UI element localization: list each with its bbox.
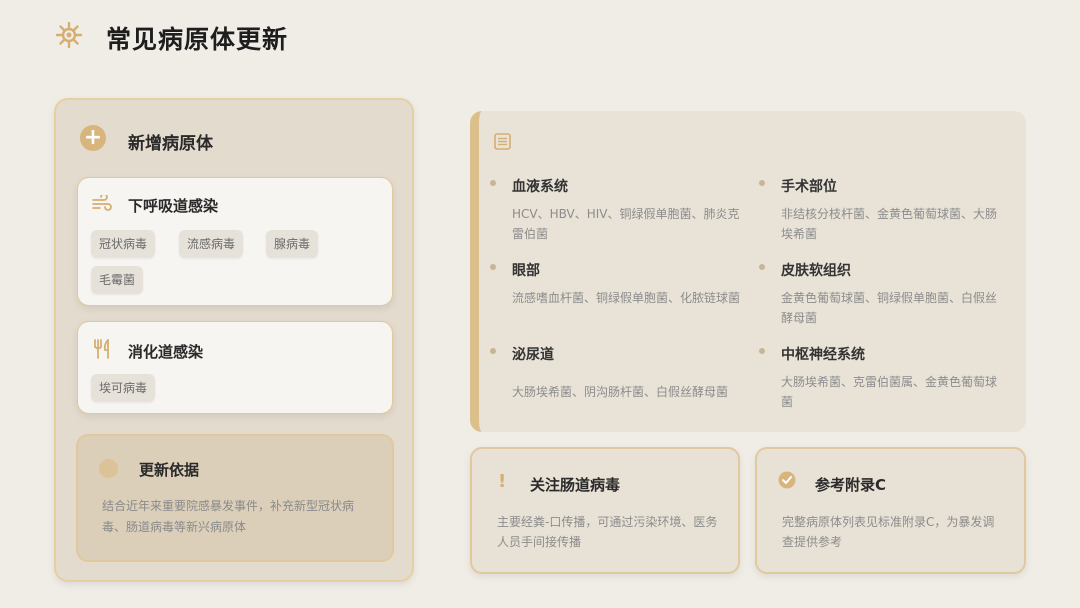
update-basis-text: 结合近年来重要院感暴发事件，补充新型冠状病毒、肠道病毒等新兴病原体 (102, 499, 355, 534)
sun-icon (99, 459, 118, 478)
system-pathogens: 非结核分枝杆菌、金黄色葡萄球菌、大肠埃希菌 (781, 207, 998, 241)
system-name: 眼部 (512, 263, 540, 279)
new-pathogens-title: 新增病原体 (128, 134, 213, 154)
pathogen-chip: 流感病毒 (179, 230, 244, 258)
enterovirus-text: 主要经粪-口传播，可通过污染环境、医务人员手间接传播 (497, 515, 718, 549)
bullet-dot (759, 264, 765, 270)
system-name: 皮肤软组织 (781, 263, 851, 279)
system-name: 血液系统 (512, 179, 568, 195)
system-name: 手术部位 (781, 179, 837, 195)
bullet-dot (759, 180, 765, 186)
system-pathogens: 大肠埃希菌、克雷伯菌属、金黄色葡萄球菌 (781, 375, 998, 409)
pathogen-chip: 腺病毒 (266, 230, 319, 258)
check-badge-icon (778, 471, 796, 489)
pathogen-chip: 冠状病毒 (91, 230, 156, 258)
enterovirus-box: ! 关注肠道病毒 主要经粪-口传播，可通过污染环境、医务人员手间接传播 (470, 447, 740, 574)
enterovirus-title: 关注肠道病毒 (530, 476, 621, 494)
bullet-dot (490, 348, 496, 354)
system-pathogens: HCV、HBV、HIV、铜绿假单胞菌、肺炎克雷伯菌 (512, 207, 740, 241)
wind-icon (92, 195, 112, 211)
respiratory-card: 下呼吸道感染 冠状病毒 流感病毒 腺病毒 毛霉菌 (77, 177, 393, 306)
pathogen-chip: 埃可病毒 (91, 374, 156, 402)
appendix-title: 参考附录C (815, 476, 887, 494)
bullet-dot (490, 180, 496, 186)
appendix-box: 参考附录C 完整病原体列表见标准附录C，为暴发调查提供参考 (755, 447, 1026, 574)
ship-wheel-icon (56, 22, 82, 48)
respiratory-title: 下呼吸道感染 (128, 197, 219, 215)
page-title: 常见病原体更新 (106, 25, 289, 54)
digestive-title: 消化道感染 (128, 343, 204, 361)
exclamation-icon: ! (498, 471, 507, 492)
system-pathogens: 流感嗜血杆菌、铜绿假单胞菌、化脓链球菌 (512, 291, 741, 305)
system-name: 中枢神经系统 (781, 347, 865, 363)
bullet-dot (490, 264, 496, 270)
pathogen-chip: 毛霉菌 (91, 266, 144, 294)
system-name: 泌尿道 (512, 347, 554, 363)
system-pathogens: 大肠埃希菌、阴沟肠杆菌、白假丝酵母菌 (512, 385, 729, 399)
list-icon (494, 133, 511, 150)
appendix-text: 完整病原体列表见标准附录C，为暴发调查提供参考 (782, 515, 995, 549)
fork-knife-icon (94, 339, 109, 359)
system-pathogens: 金黄色葡萄球菌、铜绿假单胞菌、白假丝酵母菌 (781, 291, 998, 325)
plus-icon: + (80, 125, 106, 151)
bullet-dot (759, 348, 765, 354)
update-basis-title: 更新依据 (139, 461, 200, 479)
digestive-card: 消化道感染 埃可病毒 (77, 321, 393, 414)
